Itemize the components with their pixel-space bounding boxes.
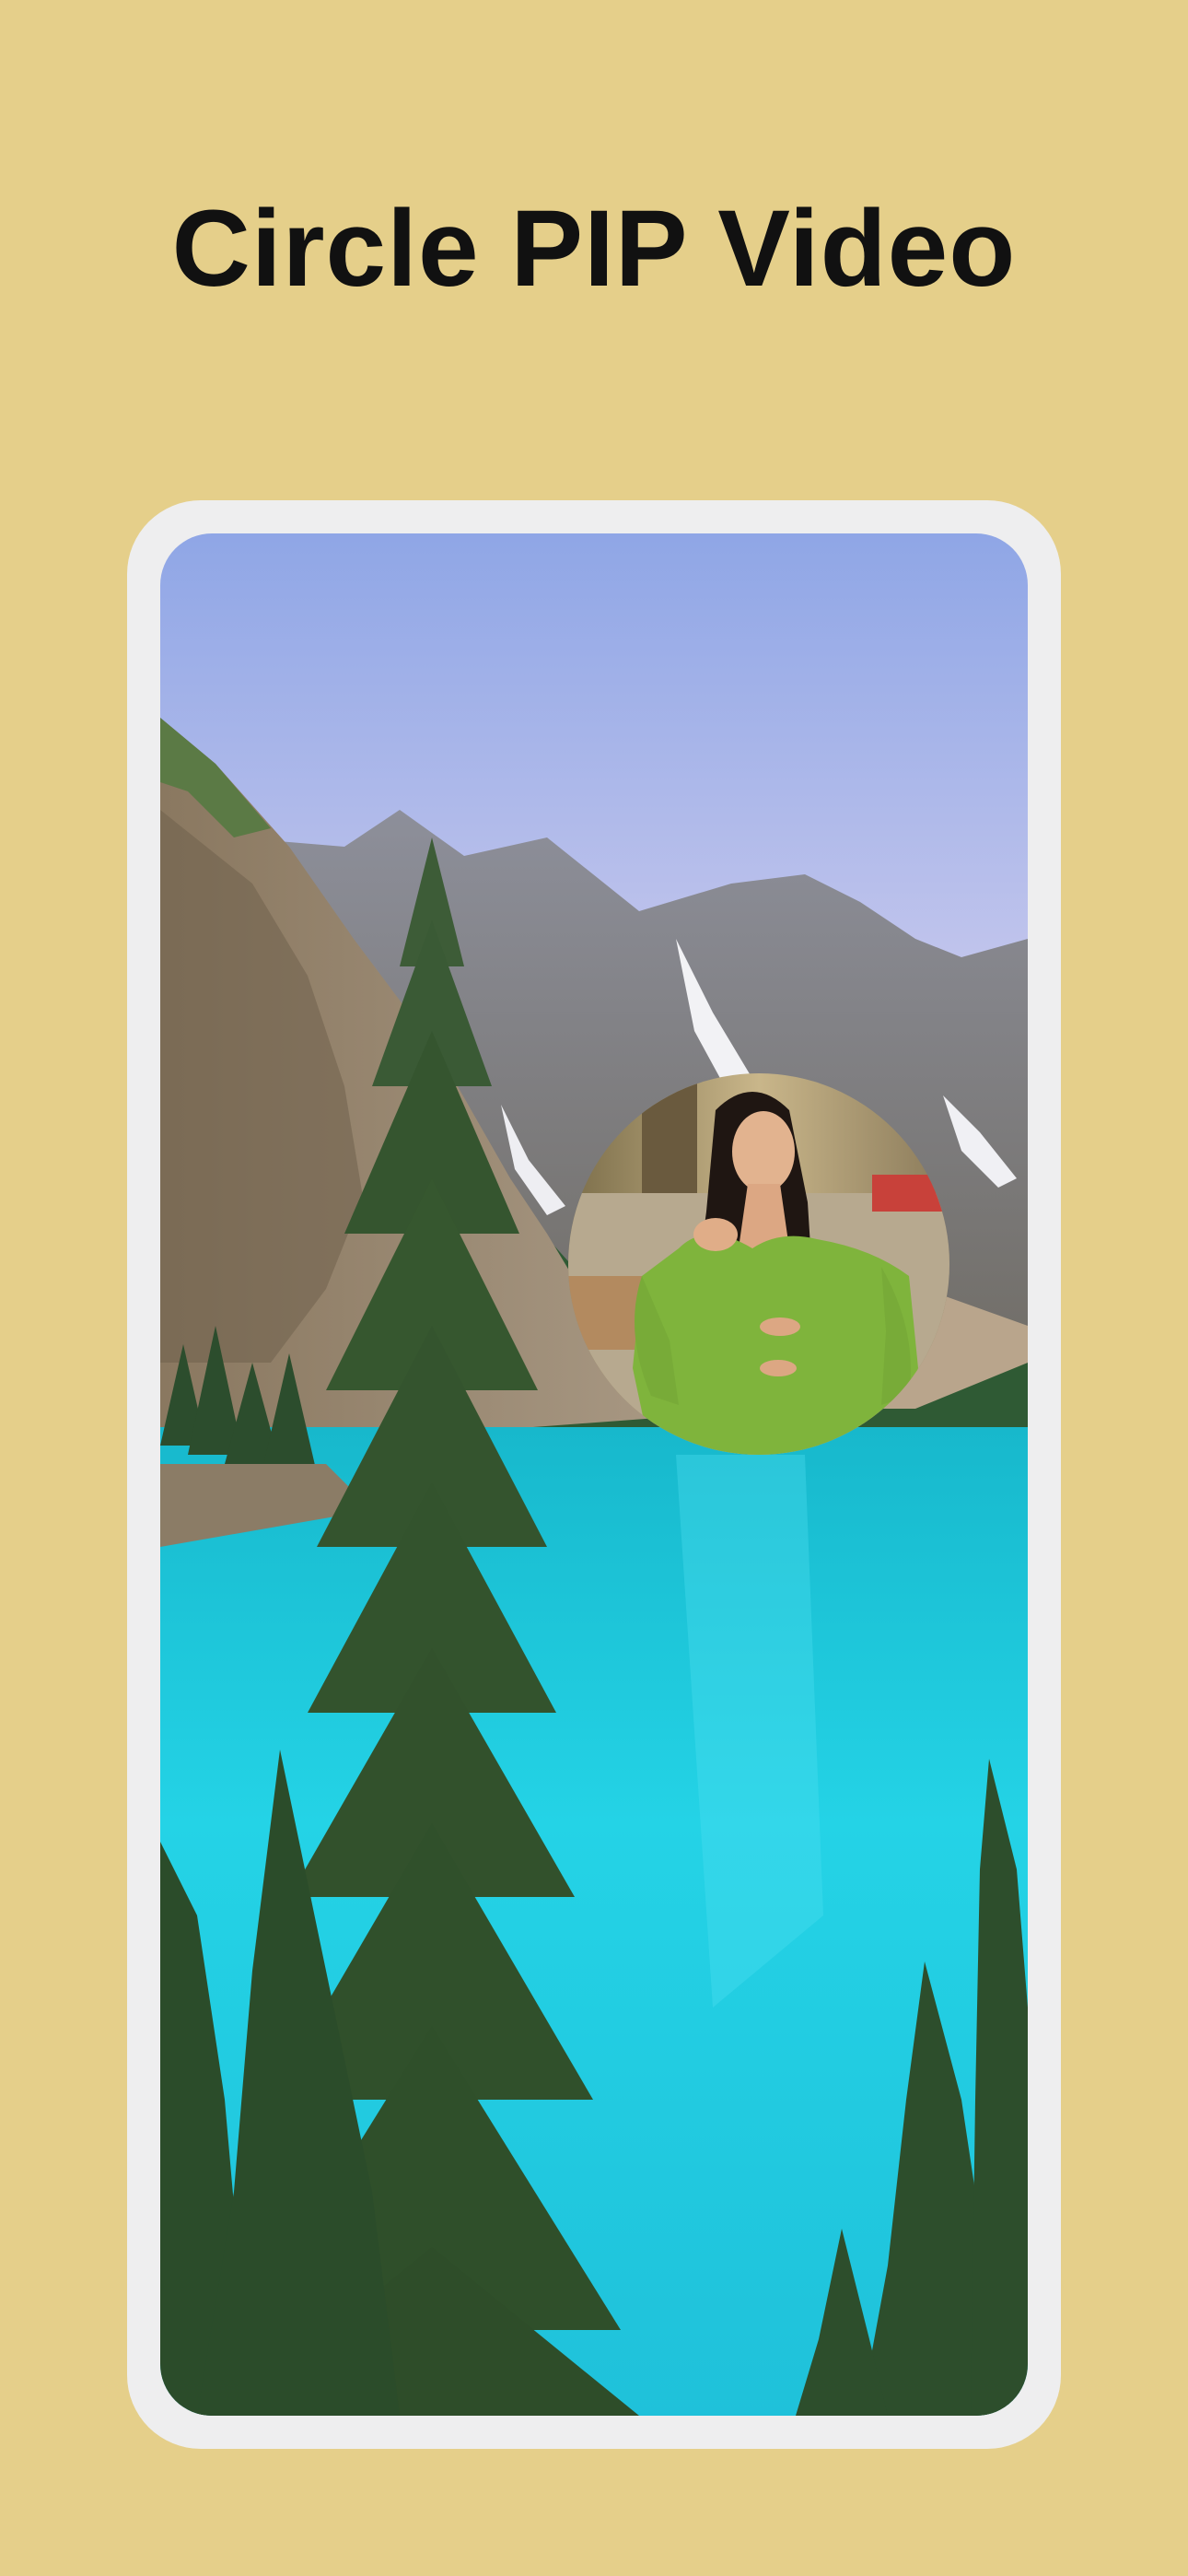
pip-video-bubble[interactable] <box>568 1073 949 1455</box>
dress-cutout <box>760 1317 800 1336</box>
hand <box>693 1218 738 1251</box>
page-title: Circle PIP Video <box>171 188 1017 310</box>
phone-mockup-frame <box>127 500 1061 2449</box>
mountain-lake-wallpaper <box>160 533 1028 2416</box>
face <box>732 1111 795 1192</box>
phone-screen <box>160 533 1028 2416</box>
dress-cutout <box>760 1360 797 1376</box>
pip-video-frame <box>568 1073 949 1455</box>
